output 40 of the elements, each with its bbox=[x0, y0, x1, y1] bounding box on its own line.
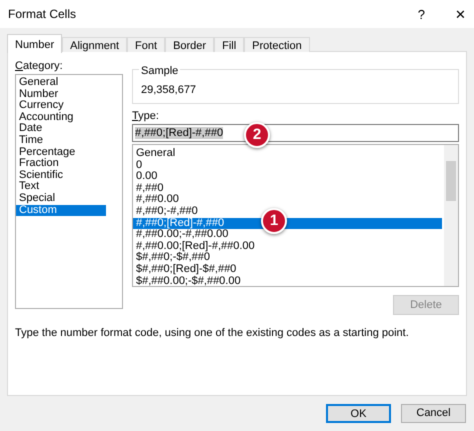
category-item[interactable]: Accounting bbox=[16, 112, 106, 124]
help-button[interactable]: ? bbox=[418, 8, 425, 20]
type-label: Type: bbox=[132, 110, 160, 122]
format-item[interactable]: $#,##0;-$#,##0 bbox=[133, 252, 442, 264]
tab[interactable]: Protection bbox=[244, 37, 310, 52]
format-item[interactable]: $#,##0;[Red]-$#,##0 bbox=[133, 264, 442, 276]
category-item[interactable]: Special bbox=[16, 192, 106, 205]
scrollbar[interactable] bbox=[444, 145, 458, 286]
tab[interactable]: Fill bbox=[214, 37, 244, 52]
ok-button[interactable]: OK bbox=[326, 404, 391, 423]
tab[interactable]: Border bbox=[165, 37, 214, 52]
format-item[interactable]: #,##0.00;[Red]-#,##0.00 bbox=[133, 240, 442, 252]
cancel-button[interactable]: Cancel bbox=[401, 404, 466, 423]
close-button[interactable]: ✕ bbox=[455, 8, 466, 20]
format-item[interactable]: $#,##0.00;-$#,##0.00 bbox=[133, 276, 442, 286]
description-text: Type the number format code, using one of the existing codes as a starting point. bbox=[15, 326, 410, 341]
category-item[interactable]: Text bbox=[16, 181, 106, 193]
sample-value: 29,358,677 bbox=[141, 83, 198, 98]
tab[interactable]: Number bbox=[7, 34, 62, 53]
format-item[interactable]: General bbox=[133, 148, 442, 160]
category-item[interactable]: Scientific bbox=[16, 170, 106, 182]
category-item[interactable]: Custom bbox=[16, 204, 106, 216]
format-item[interactable]: 0.00 bbox=[133, 171, 442, 183]
format-item[interactable]: 0 bbox=[133, 160, 442, 172]
category-item[interactable]: Date bbox=[16, 123, 106, 135]
category-item[interactable]: Percentage bbox=[16, 146, 106, 158]
callout-badge: 1 bbox=[261, 208, 287, 234]
category-item[interactable]: Number bbox=[16, 88, 106, 100]
callout-badge: 2 bbox=[244, 122, 270, 148]
category-item[interactable]: Time bbox=[16, 134, 106, 147]
sample-label: Sample bbox=[139, 63, 180, 80]
category-label: Category: bbox=[15, 60, 64, 72]
format-item[interactable]: #,##0.00 bbox=[133, 194, 442, 206]
tab[interactable]: Font bbox=[127, 37, 166, 52]
category-item[interactable]: Fraction bbox=[16, 158, 106, 170]
window-title: Format Cells bbox=[8, 6, 78, 23]
category-item[interactable]: Currency bbox=[16, 100, 106, 112]
tab[interactable]: Alignment bbox=[62, 37, 128, 52]
category-item[interactable]: General bbox=[16, 77, 106, 89]
format-item[interactable]: #,##0 bbox=[133, 182, 442, 194]
